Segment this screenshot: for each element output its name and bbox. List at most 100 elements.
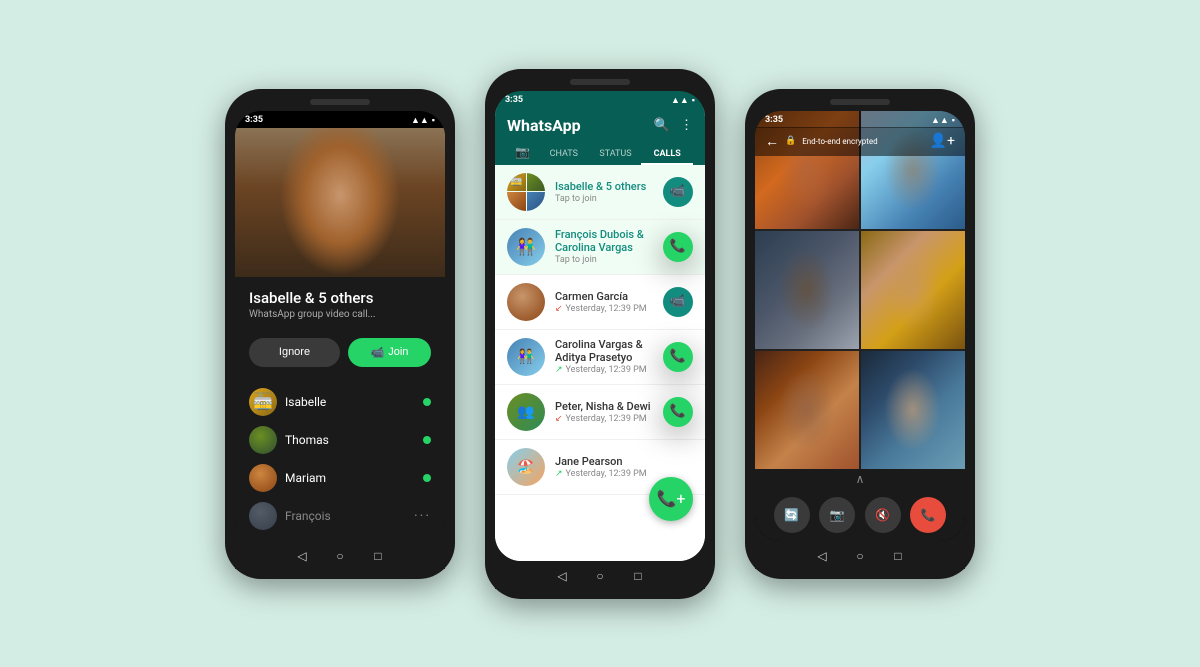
flip-camera-icon: 🔄	[784, 508, 799, 522]
tab-camera[interactable]: 📷	[507, 141, 538, 165]
phone-1-screen: 3:35 ▲▲ ▪ Isabelle & 5 others WhatsApp g…	[235, 111, 445, 541]
caller-face	[235, 128, 445, 277]
call-name-francois: François Dubois & Carolina Vargas	[555, 228, 663, 254]
status-time-3: 3:35	[765, 115, 783, 125]
phone-3-speaker	[830, 99, 890, 105]
call-info-carmen: Carmen García ↙ Yesterday, 12:39 PM	[555, 290, 663, 314]
search-icon[interactable]: 🔍	[654, 118, 670, 133]
call-info-peter: Peter, Nisha & Dewi ↙ Yesterday, 12:39 P…	[555, 400, 663, 424]
tab-calls[interactable]: CALLS	[641, 143, 693, 165]
participant-name-francois: François	[285, 509, 331, 523]
participant-isabelle: 🚋 Isabelle	[249, 383, 431, 421]
phones-container: 3:35 ▲▲ ▪ Isabelle & 5 others WhatsApp g…	[205, 49, 995, 619]
signal-icon-1: ▲▲	[411, 115, 429, 126]
video-toggle-btn[interactable]: 📷	[819, 497, 855, 533]
add-participant-btn[interactable]: 👤+	[930, 133, 955, 149]
encrypted-text: End-to-end encrypted	[802, 137, 877, 146]
status-bar-3: 3:35 ▲▲ ▪	[755, 111, 965, 128]
video-call-header: ← 🔒 End-to-end encrypted 👤+	[755, 127, 965, 156]
mute-icon: 🔇	[875, 508, 890, 522]
avatar-isabelle: 🚋	[249, 388, 277, 416]
call-name-carolina: Carolina Vargas & Aditya Prasetyo	[555, 338, 663, 364]
call-item-isabelle[interactable]: 🚋 Isabelle & 5 others Tap to join 📹	[495, 165, 705, 220]
avatar-francois	[249, 502, 277, 530]
home-nav-3[interactable]: ○	[851, 547, 869, 565]
call-avatar-carmen	[507, 283, 545, 321]
call-item-carmen[interactable]: Carmen García ↙ Yesterday, 12:39 PM 📹	[495, 275, 705, 330]
call-item-peter[interactable]: 👥 Peter, Nisha & Dewi ↙ Yesterday, 12:39…	[495, 385, 705, 440]
participant-francois: François ···	[249, 497, 431, 535]
calls-list: 🚋 Isabelle & 5 others Tap to join 📹	[495, 165, 705, 561]
call-avatar-jane: 🏖️	[507, 448, 545, 486]
ignore-button[interactable]: Ignore	[249, 338, 340, 367]
call-time-carolina: ↗ Yesterday, 12:39 PM	[555, 365, 663, 375]
call-avatar-carolina: 👫	[507, 338, 545, 376]
avatar-mariam	[249, 464, 277, 492]
video-call-screen: ← 🔒 End-to-end encrypted 👤+	[755, 111, 965, 541]
menu-icon[interactable]: ⋮	[680, 118, 693, 133]
status-bar-1: 3:35 ▲▲ ▪	[235, 111, 445, 128]
home-nav-2[interactable]: ○	[591, 567, 609, 585]
status-time-1: 3:35	[245, 115, 263, 125]
online-dot-thomas	[423, 436, 431, 444]
call-btn-carmen[interactable]: 📹	[663, 287, 693, 317]
wa-tabs: 📷 CHATS STATUS CALLS	[507, 141, 693, 165]
scroll-indicator: ∧	[755, 469, 965, 489]
caller-photo	[235, 128, 445, 277]
add-call-icon: 📞+	[657, 489, 686, 508]
wa-header-top: WhatsApp 🔍 ⋮	[507, 116, 693, 141]
phone-2-screen: 3:35 ▲▲ ▪ WhatsApp 🔍 ⋮	[495, 91, 705, 561]
back-nav-2[interactable]: ◁	[553, 567, 571, 585]
back-nav-1[interactable]: ◁	[293, 547, 311, 565]
outgoing-call-icon: ↗	[555, 365, 563, 375]
phone-3: 3:35 ▲▲ ▪ ← 🔒 End-to-end encrypted 👤+	[745, 89, 975, 579]
new-call-fab[interactable]: 📞+	[649, 477, 693, 521]
battery-icon-1: ▪	[432, 115, 435, 126]
video-cell-4	[861, 231, 965, 349]
status-icons-1: ▲▲ ▪	[411, 115, 435, 126]
call-btn-francois[interactable]: 📞	[663, 232, 693, 262]
call-avatar-peter: 👥	[507, 393, 545, 431]
home-nav-1[interactable]: ○	[331, 547, 349, 565]
signal-icon-2: ▲▲	[671, 95, 689, 106]
battery-icon-3: ▪	[952, 115, 955, 126]
video-cell-3	[755, 231, 859, 349]
call-btn-isabelle[interactable]: 📹	[663, 177, 693, 207]
participant-name-mariam: Mariam	[285, 471, 326, 485]
end-call-btn[interactable]: 📞	[910, 497, 946, 533]
video-grid	[755, 111, 965, 469]
status-bar-2: 3:35 ▲▲ ▪	[495, 91, 705, 108]
caller-name: Isabelle & 5 others	[249, 289, 431, 307]
recent-nav-3[interactable]: □	[889, 547, 907, 565]
call-btn-carolina[interactable]: 📞	[663, 342, 693, 372]
incoming-call-screen: Isabelle & 5 others WhatsApp group video…	[235, 128, 445, 541]
end-call-icon: 📞	[921, 508, 936, 522]
phone-3-nav: ◁ ○ □	[755, 541, 965, 569]
battery-icon-2: ▪	[692, 95, 695, 106]
recent-nav-1[interactable]: □	[369, 547, 387, 565]
phone-3-screen: 3:35 ▲▲ ▪ ← 🔒 End-to-end encrypted 👤+	[755, 111, 965, 541]
call-item-francois[interactable]: 👫 François Dubois & Carolina Vargas Tap …	[495, 220, 705, 275]
tab-chats[interactable]: CHATS	[538, 143, 590, 165]
call-info-jane: Jane Pearson ↗ Yesterday, 12:39 PM	[555, 455, 693, 479]
wa-header: WhatsApp 🔍 ⋮ 📷 CHATS STATUS CALLS	[495, 108, 705, 165]
call-time-peter: ↙ Yesterday, 12:39 PM	[555, 414, 663, 424]
call-info-francois: François Dubois & Carolina Vargas Tap to…	[555, 228, 663, 265]
wa-title: WhatsApp	[507, 116, 581, 135]
call-name-isabelle: Isabelle & 5 others	[555, 180, 663, 193]
join-button[interactable]: 📹 Join	[348, 338, 431, 367]
recent-nav-2[interactable]: □	[629, 567, 647, 585]
missed-call-icon: ↙	[555, 304, 563, 314]
participant-name-isabelle: Isabelle	[285, 395, 326, 409]
flip-camera-btn[interactable]: 🔄	[774, 497, 810, 533]
call-item-carolina[interactable]: 👫 Carolina Vargas & Aditya Prasetyo ↗ Ye…	[495, 330, 705, 385]
mute-btn[interactable]: 🔇	[865, 497, 901, 533]
call-time-isabelle: Tap to join	[555, 194, 663, 204]
tab-status[interactable]: STATUS	[590, 143, 642, 165]
back-nav-3[interactable]: ◁	[813, 547, 831, 565]
call-btn-peter[interactable]: 📞	[663, 397, 693, 427]
call-time-carmen: ↙ Yesterday, 12:39 PM	[555, 304, 663, 314]
video-off-icon: 📷	[830, 508, 845, 522]
outgoing-call-icon-2: ↗	[555, 469, 563, 479]
back-arrow-video[interactable]: ←	[765, 133, 779, 150]
